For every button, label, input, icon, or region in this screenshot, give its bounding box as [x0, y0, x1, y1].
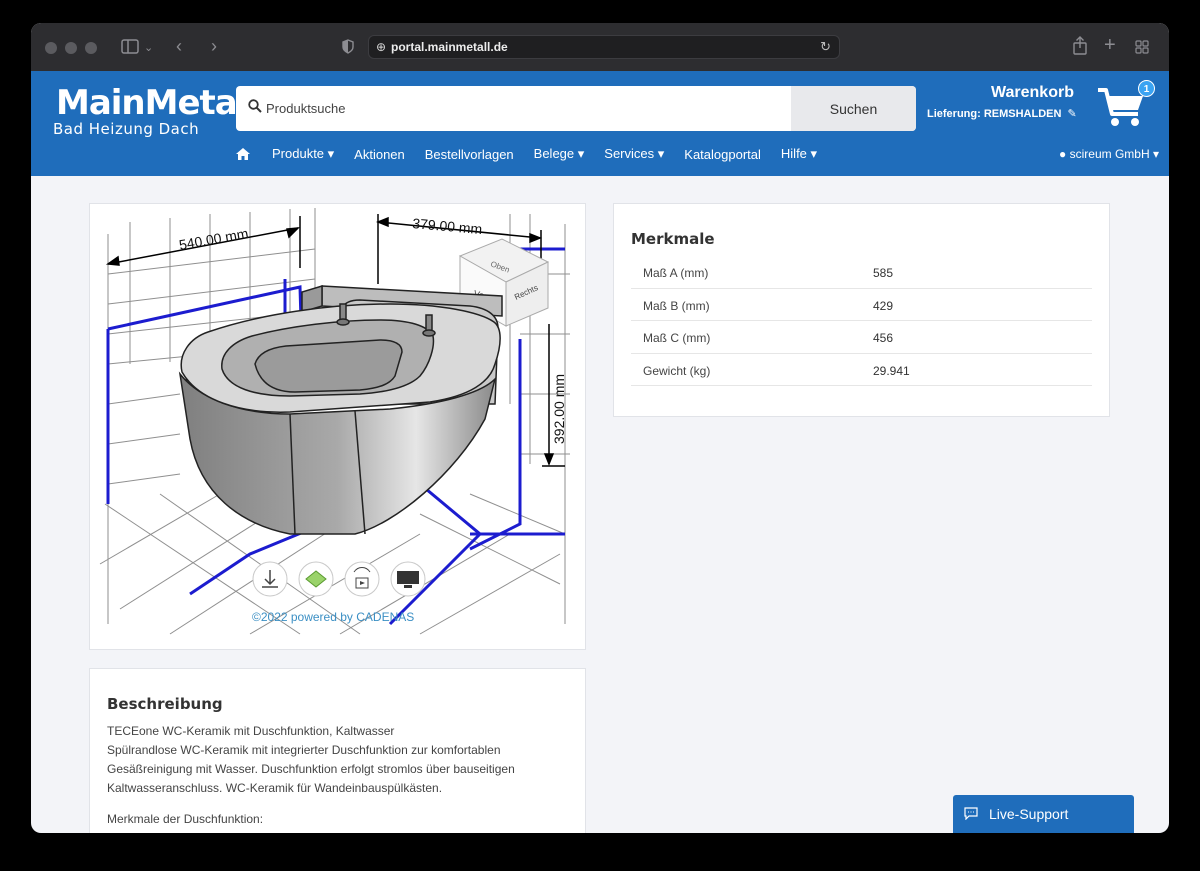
- table-row: Gewicht (kg) 29.941: [631, 354, 1092, 386]
- home-icon[interactable]: [236, 148, 250, 160]
- privacy-shield-icon[interactable]: [342, 39, 354, 54]
- delivery-location[interactable]: Lieferung: REMSHALDEN ✎: [927, 107, 1077, 120]
- search-box: Suchen: [236, 86, 916, 131]
- fullscreen-button[interactable]: [390, 561, 426, 597]
- description-line: TECEone WC-Keramik mit Duschfunktion, Ka…: [107, 724, 395, 738]
- live-support-button[interactable]: Live-Support: [953, 795, 1134, 833]
- feature-value: 29.941: [873, 363, 910, 378]
- download-button[interactable]: [252, 561, 288, 597]
- table-row: Maß B (mm) 429: [631, 289, 1092, 321]
- search-icon: [248, 99, 262, 113]
- reload-icon[interactable]: ↻: [820, 39, 831, 55]
- share-icon[interactable]: [1072, 36, 1088, 55]
- cad-viewer-card: 540.00 mm 379.00 mm 392.00 mm Oben Vorn …: [89, 203, 586, 650]
- site-logo-tagline: Bad Heizung Dach: [53, 120, 200, 138]
- viewer-toolbar: [252, 561, 426, 597]
- description-text: TECEone WC-Keramik mit Duschfunktion, Ka…: [107, 722, 577, 798]
- chevron-down-icon[interactable]: ⌄: [144, 40, 153, 56]
- toilet-3d-model[interactable]: [178, 284, 503, 535]
- cart-count-badge: 1: [1138, 80, 1155, 97]
- user-icon: ●: [1059, 147, 1067, 161]
- powered-by-link[interactable]: ©2022 powered by CADENAS: [252, 610, 414, 624]
- description-line: Kaltwasseranschluss. WC-Keramik für Wand…: [107, 781, 443, 795]
- description-title: Beschreibung: [107, 695, 223, 713]
- description-subheading: Merkmale der Duschfunktion:: [107, 812, 264, 826]
- main-navigation: Produkte ▾ Aktionen Bestellvorlagen Bele…: [236, 142, 837, 166]
- chat-icon: [964, 807, 978, 820]
- dimension-a-label: 540.00 mm: [178, 225, 250, 253]
- site-header: MainMetall Bad Heizung Dach Suchen Waren…: [31, 71, 1169, 176]
- delivery-location-text: Lieferung: REMSHALDEN: [927, 108, 1062, 120]
- tab-overview-icon[interactable]: [1135, 40, 1149, 54]
- browser-window: ⌄ ‹ › ⊕ portal.mainmetall.de ↻ + MainMet…: [31, 23, 1169, 833]
- feature-label: Maß C (mm): [643, 331, 711, 345]
- globe-icon: ⊕: [376, 40, 387, 54]
- description-line: Gesäßreinigung mit Wasser. Duschfunktion…: [107, 762, 515, 776]
- monitor-icon: [397, 571, 419, 584]
- animation-button[interactable]: [344, 561, 380, 597]
- description-card: Beschreibung TECEone WC-Keramik mit Dusc…: [89, 668, 586, 833]
- features-title: Merkmale: [631, 230, 715, 248]
- search-input[interactable]: [266, 86, 786, 131]
- nav-item-belege[interactable]: Belege ▾: [534, 146, 585, 162]
- close-window-button[interactable]: [45, 42, 57, 54]
- chevron-down-icon: ▾: [1152, 147, 1159, 161]
- dimension-c-label: 392.00 mm: [551, 374, 567, 444]
- description-line: Spülrandlose WC-Keramik mit integrierter…: [107, 743, 501, 757]
- features-card: Merkmale Maß A (mm) 585 Maß B (mm) 429 M…: [613, 203, 1110, 417]
- table-row: Maß C (mm) 456: [631, 321, 1092, 354]
- feature-value: 456: [873, 331, 894, 345]
- user-name: scireum GmbH: [1069, 147, 1150, 161]
- new-tab-icon[interactable]: +: [1104, 35, 1116, 55]
- cart-title[interactable]: Warenkorb: [991, 84, 1074, 102]
- feature-label: Maß B (mm): [643, 298, 710, 313]
- features-table: Maß A (mm) 585 Maß B (mm) 429 Maß C (mm)…: [631, 256, 1092, 386]
- nav-item-produkte[interactable]: Produkte ▾: [272, 146, 334, 162]
- feature-value: 585: [873, 266, 894, 280]
- url-text: portal.mainmetall.de: [391, 40, 508, 54]
- forward-icon[interactable]: ›: [211, 37, 217, 55]
- cad-3d-viewer[interactable]: 540.00 mm 379.00 mm 392.00 mm Oben Vorn …: [90, 204, 585, 649]
- feature-value: 429: [873, 298, 894, 313]
- zoom-window-button[interactable]: [85, 42, 97, 54]
- nav-item-aktionen[interactable]: Aktionen: [354, 147, 405, 162]
- back-icon[interactable]: ‹: [176, 37, 182, 55]
- mesh-view-button[interactable]: [298, 561, 334, 597]
- site-logo[interactable]: MainMetall: [56, 83, 259, 123]
- nav-item-bestellvorlagen[interactable]: Bestellvorlagen: [425, 147, 514, 162]
- sidebar-toggle-icon[interactable]: [121, 39, 139, 54]
- dimension-b-label: 379.00 mm: [412, 215, 483, 237]
- feature-label: Gewicht (kg): [643, 363, 711, 378]
- live-support-label: Live-Support: [989, 806, 1069, 822]
- search-button[interactable]: Suchen: [791, 86, 916, 131]
- feature-label: Maß A (mm): [643, 266, 709, 280]
- pencil-icon[interactable]: ✎: [1068, 108, 1077, 120]
- table-row: Maß A (mm) 585: [631, 256, 1092, 289]
- nav-item-services[interactable]: Services ▾: [604, 146, 664, 162]
- address-bar[interactable]: ⊕ portal.mainmetall.de ↻: [368, 35, 840, 59]
- nav-item-hilfe[interactable]: Hilfe ▾: [781, 146, 817, 162]
- nav-item-katalogportal[interactable]: Katalogportal: [684, 147, 761, 162]
- minimize-window-button[interactable]: [65, 42, 77, 54]
- browser-titlebar: ⌄ ‹ › ⊕ portal.mainmetall.de ↻ +: [31, 23, 1169, 71]
- user-menu[interactable]: ● scireum GmbH ▾: [1059, 147, 1159, 161]
